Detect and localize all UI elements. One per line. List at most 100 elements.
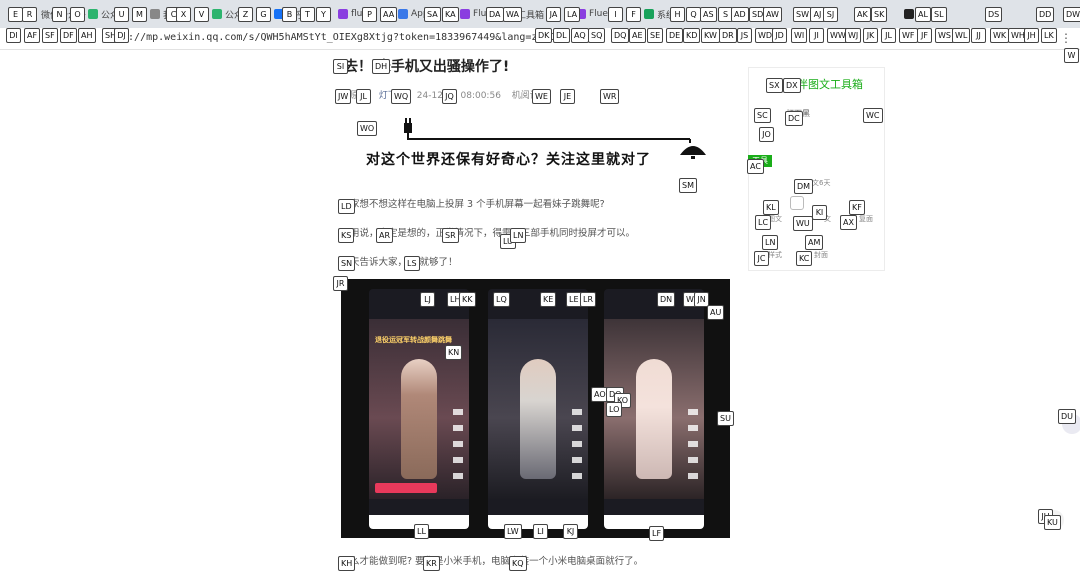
annotation-label: M — [132, 7, 147, 22]
annotation-label: LK — [1041, 28, 1057, 43]
annotation-label: WK — [990, 28, 1010, 43]
annotation-label: V — [194, 7, 209, 22]
annotation-label: KH — [338, 556, 356, 571]
annotation-label: DF — [60, 28, 77, 43]
tool-icon[interactable] — [790, 196, 804, 210]
article-title: 去！ 米手机又出骚操作了! — [344, 59, 510, 75]
red-action-bar — [375, 483, 437, 493]
tab-favicon-icon — [644, 9, 654, 19]
annotation-label: AM — [805, 235, 824, 250]
annotation-label: H — [670, 7, 685, 22]
annotation-label: LS — [404, 256, 420, 271]
annotation-label: AA — [380, 7, 398, 22]
tool-label[interactable]: 复面 — [859, 214, 873, 224]
annotation-label: SL — [931, 7, 947, 22]
tab-favicon-icon — [150, 9, 160, 19]
annotation-label: KN — [445, 345, 463, 360]
annotation-label: KE — [540, 292, 557, 307]
annotation-label: JL — [356, 89, 371, 104]
extensions-menu-icon[interactable]: ⋮ — [1060, 31, 1072, 45]
annotation-label: KR — [423, 556, 440, 571]
annotation-label: JK — [863, 28, 878, 43]
annotation-label: WF — [899, 28, 918, 43]
annotation-label: LO — [606, 402, 623, 417]
annotation-label: KS — [338, 228, 355, 243]
annotation-label: JC — [754, 251, 769, 266]
phone-screen: 退役运冠军转战颜舞跳舞 — [369, 289, 469, 529]
annotation-label: KF — [849, 200, 865, 215]
annotation-label: WJ — [845, 28, 862, 43]
annotation-label: AC — [747, 159, 764, 174]
annotation-label: SU — [717, 411, 734, 426]
annotation-label: DR — [719, 28, 737, 43]
phone-screen — [488, 289, 588, 529]
annotation-label: JA — [546, 7, 561, 22]
annotation-label: WI — [791, 28, 808, 43]
lamp-icon — [680, 139, 706, 159]
annotation-label: JI — [809, 28, 824, 43]
video-caption: 退役运冠军转战颜舞跳舞 — [375, 336, 452, 344]
annotation-label: DM — [794, 179, 814, 194]
annotation-label: LN — [510, 228, 527, 243]
annotation-label: AF — [24, 28, 41, 43]
annotation-label: SK — [871, 7, 888, 22]
annotation-label: I — [608, 7, 623, 22]
annotation-label: DK — [535, 28, 553, 43]
banner-text: 对这个世界还保有好奇心？关注这里就对了 — [366, 152, 651, 168]
annotation-label: DU — [1058, 409, 1077, 424]
annotation-label: O — [70, 7, 85, 22]
annotation-label: SA — [424, 7, 441, 22]
annotation-label: JF — [917, 28, 932, 43]
annotation-label: DC — [785, 111, 803, 126]
publish-date: 24-12-02 08:00:56 — [416, 91, 501, 101]
tool-label[interactable]: 样式 — [768, 250, 782, 260]
side-action-icons — [572, 409, 582, 489]
annotation-label: SI — [333, 59, 348, 74]
annotation-label: B — [282, 7, 297, 22]
annotation-label: LJ — [420, 292, 435, 307]
url-text[interactable]: ps://mp.weixin.qq.com/s/QWH5hAMStYt_OIEX… — [116, 32, 562, 43]
annotation-label: LW — [504, 524, 522, 539]
annotation-label: KC — [796, 251, 813, 266]
annotation-label: DJ — [114, 28, 129, 43]
annotation-label: U — [114, 7, 129, 22]
annotation-label: KJ — [563, 524, 578, 539]
annotation-label: JJ — [971, 28, 986, 43]
annotation-label: SQ — [588, 28, 606, 43]
annotation-label: KL — [763, 200, 779, 215]
tool-label[interactable]: 封面 — [814, 250, 828, 260]
annotation-label: AU — [707, 305, 725, 320]
annotation-label: DS — [985, 7, 1003, 22]
annotation-label: KU — [1044, 515, 1061, 530]
tab-favicon-icon — [904, 9, 914, 19]
annotation-label: WC — [863, 108, 883, 123]
annotation-label: SF — [42, 28, 58, 43]
tab-favicon-icon — [212, 9, 222, 19]
dancer-figure — [636, 359, 672, 479]
annotation-label: LR — [580, 292, 597, 307]
annotation-label: LQ — [493, 292, 510, 307]
annotation-label: JW — [335, 89, 352, 104]
annotation-label: KD — [683, 28, 701, 43]
annotation-label: LF — [649, 526, 665, 541]
annotation-label: AX — [840, 215, 857, 230]
annotation-label: JH — [1024, 28, 1039, 43]
annotation-label: JR — [333, 276, 348, 291]
annotation-label: KA — [442, 7, 459, 22]
annotation-label: DW — [1063, 7, 1080, 22]
paragraph-4: 么才能做到呢? 要你是小米手机，电脑安装一个小米电脑桌面就行了。 — [350, 556, 644, 567]
tool-label[interactable]: 文6天 — [812, 178, 830, 188]
annotation-label: JO — [759, 127, 774, 142]
annotation-label: JS — [737, 28, 752, 43]
annotation-label: DN — [657, 292, 676, 307]
annotation-label: DQ — [611, 28, 630, 43]
annotation-label: SX — [766, 78, 783, 93]
annotation-label: W — [1064, 48, 1079, 63]
annotation-label: SM — [679, 178, 697, 193]
annotation-label: DL — [553, 28, 570, 43]
annotation-label: AW — [763, 7, 782, 22]
annotation-label: WO — [357, 121, 378, 136]
annotation-label: AQ — [571, 28, 589, 43]
plug-icon — [404, 118, 690, 140]
annotation-label: E — [8, 7, 23, 22]
